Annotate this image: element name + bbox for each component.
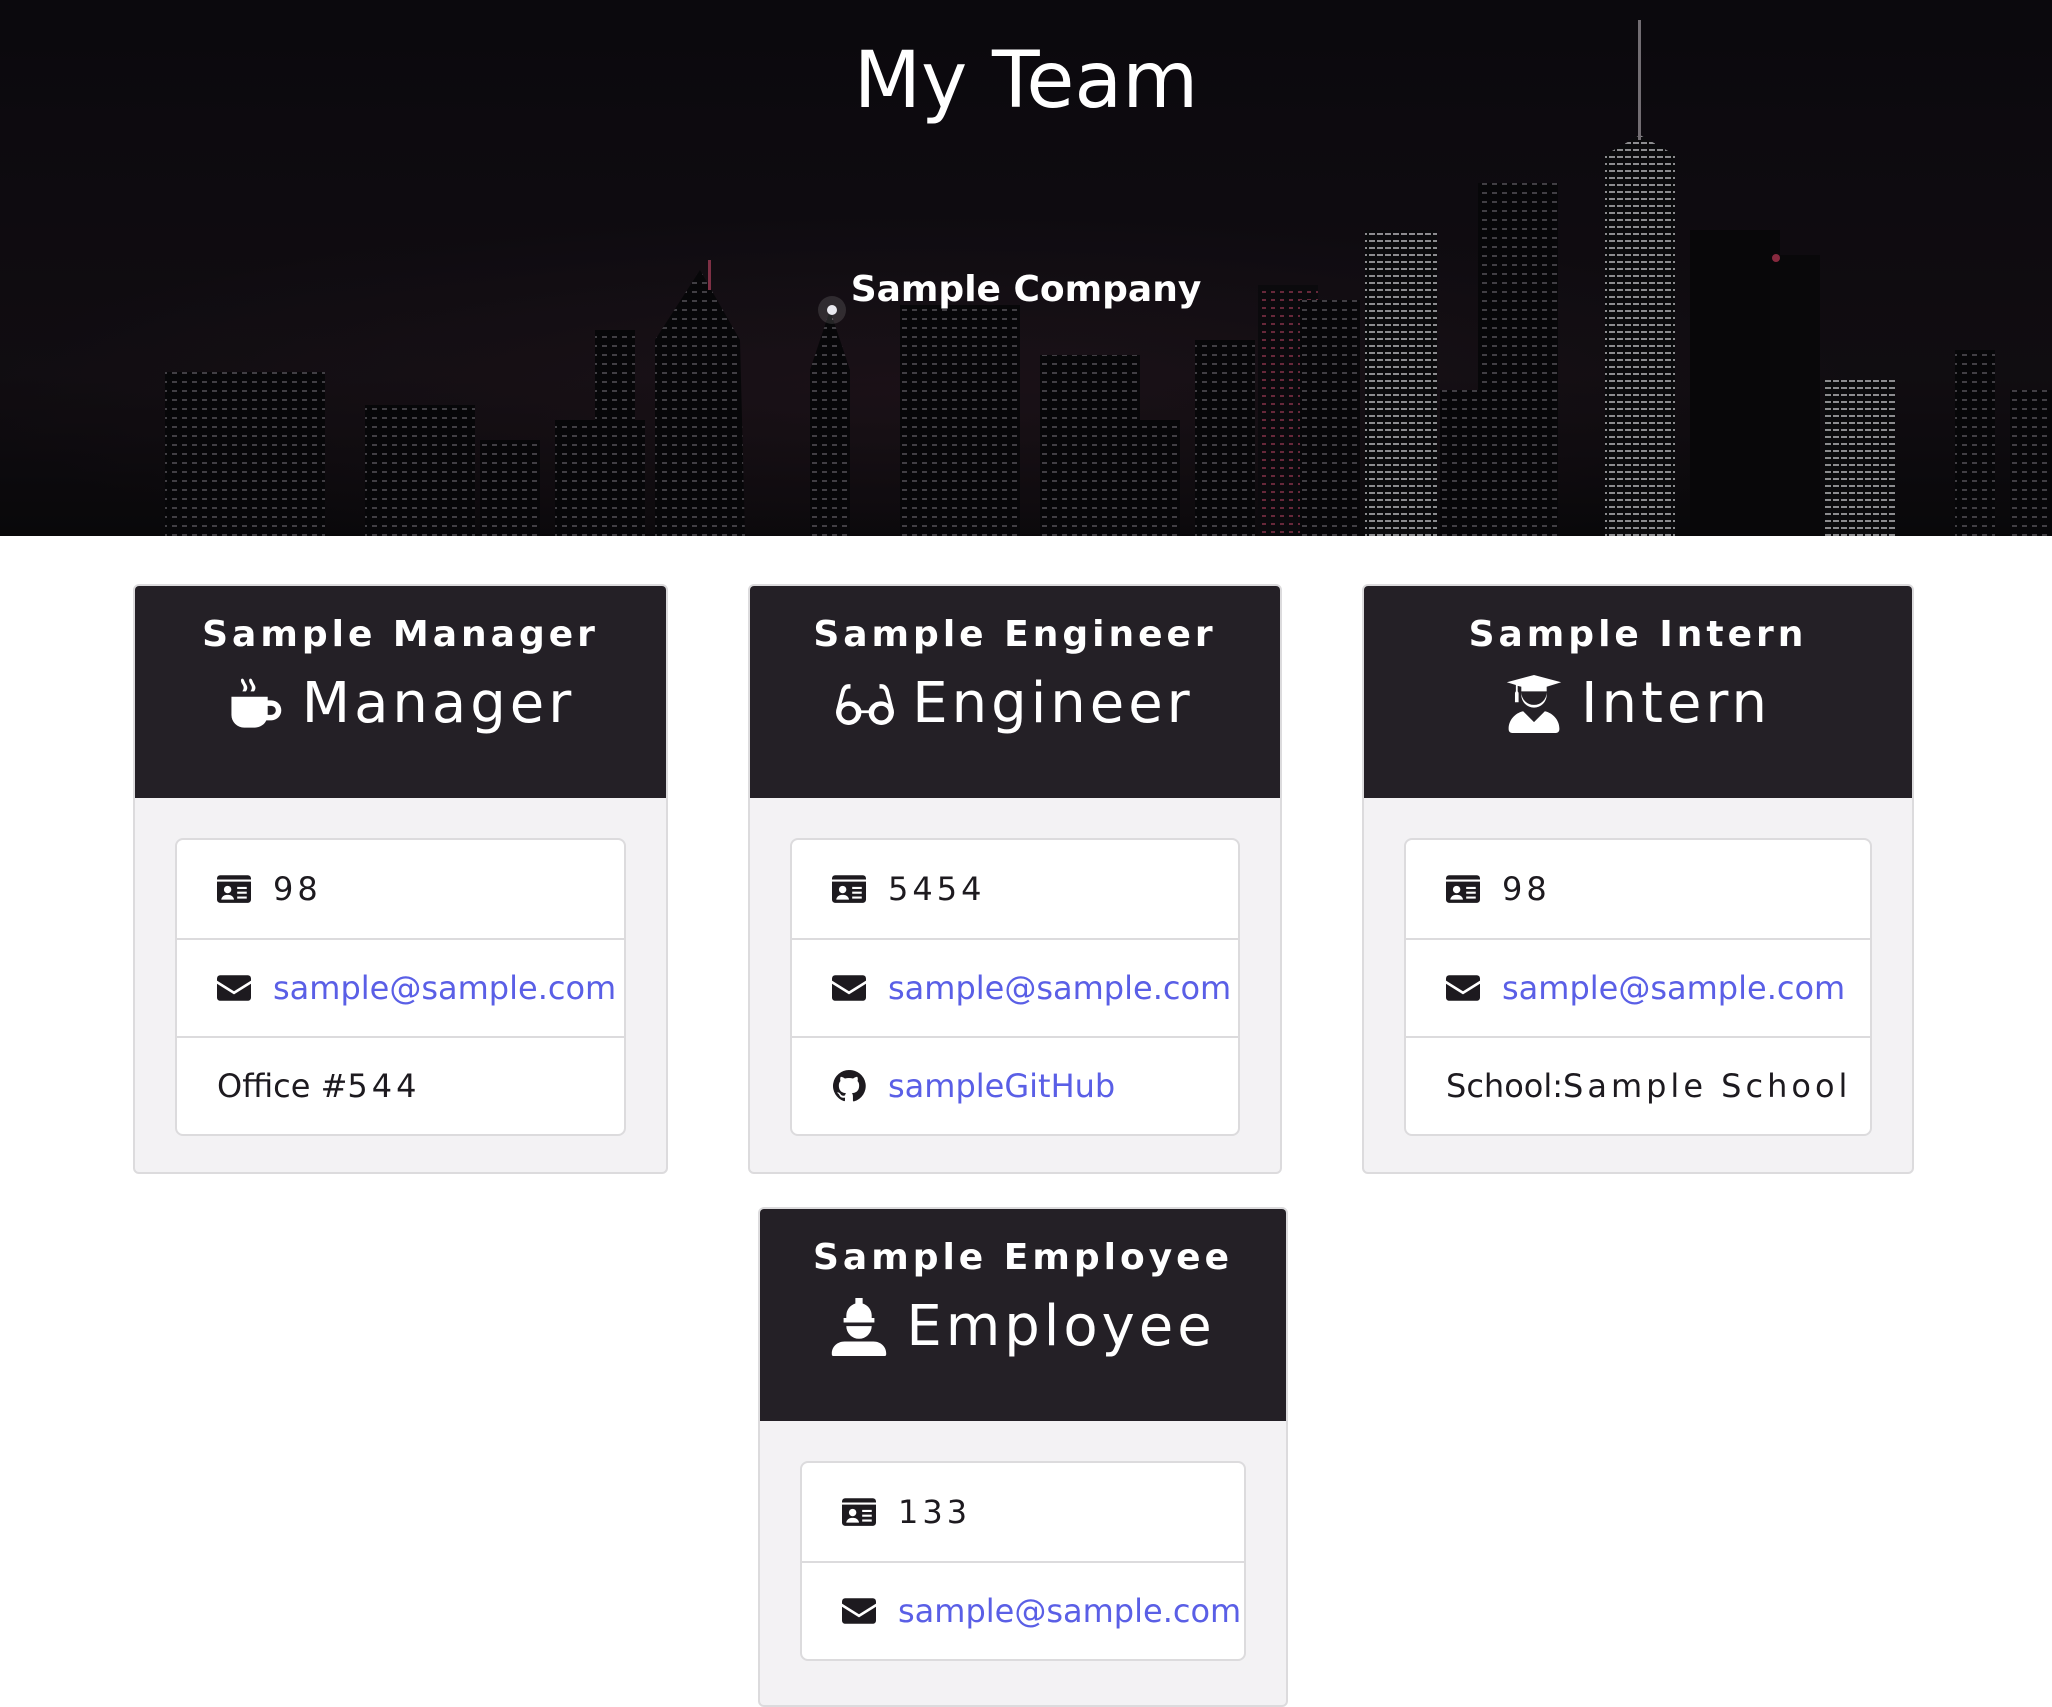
envelope-icon [217, 971, 251, 1005]
card-body: 5454 sample@sample.com sampleGitHub [750, 798, 1280, 1172]
member-id: 98 [1502, 870, 1551, 908]
id-row: 5454 [792, 840, 1238, 938]
office-label: Office # [217, 1067, 348, 1105]
member-name: Sample Employee [812, 1237, 1234, 1278]
id-card-icon [842, 1495, 876, 1529]
office-number: 544 [347, 1067, 421, 1105]
card-header: Sample Intern Intern [1364, 586, 1912, 798]
card-body: 133 sample@sample.com [760, 1421, 1286, 1701]
github-row: sampleGitHub [792, 1036, 1238, 1134]
envelope-icon [1446, 971, 1480, 1005]
member-role: Intern [1364, 673, 1912, 735]
github-link[interactable]: sampleGitHub [888, 1067, 1115, 1105]
github-icon [832, 1069, 866, 1103]
member-role: Engineer [750, 673, 1280, 735]
role-label: Manager [301, 670, 576, 736]
member-details: 98 sample@sample.com School: Sample Scho… [1404, 838, 1872, 1136]
email-link[interactable]: sample@sample.com [888, 969, 1231, 1007]
email-row: sample@sample.com [177, 938, 624, 1036]
email-link[interactable]: sample@sample.com [898, 1592, 1241, 1630]
id-row: 98 [177, 840, 624, 938]
id-card-icon [832, 872, 866, 906]
envelope-icon [842, 1594, 876, 1628]
mug-hot-icon [226, 675, 284, 733]
id-card-icon [1446, 872, 1480, 906]
envelope-icon [832, 971, 866, 1005]
email-row: sample@sample.com [792, 938, 1238, 1036]
member-details: 133 sample@sample.com [800, 1461, 1246, 1661]
user-graduate-icon [1505, 674, 1563, 733]
member-details: 5454 sample@sample.com sampleGitHub [790, 838, 1240, 1136]
school-label: School: [1446, 1067, 1564, 1105]
hard-hat-worker-icon [830, 1297, 888, 1356]
member-name: Sample Intern [1468, 614, 1808, 655]
id-row: 98 [1406, 840, 1870, 938]
member-details: 98 sample@sample.com Office #544 [175, 838, 626, 1136]
card-body: 98 sample@sample.com Office #544 [135, 798, 666, 1172]
member-id: 133 [898, 1493, 972, 1531]
school-row: School: Sample School [1406, 1036, 1870, 1134]
company-name: Sample Company [850, 269, 1202, 310]
card-header: Sample Employee Employee [760, 1209, 1286, 1421]
email-link[interactable]: sample@sample.com [1502, 969, 1845, 1007]
email-row: sample@sample.com [1406, 938, 1870, 1036]
member-role: Employee [760, 1296, 1286, 1358]
id-row: 133 [802, 1463, 1244, 1561]
role-label: Employee [906, 1293, 1216, 1359]
member-id: 5454 [888, 870, 986, 908]
email-link[interactable]: sample@sample.com [273, 969, 616, 1007]
school-name: Sample School [1563, 1067, 1852, 1105]
office-row: Office #544 [177, 1036, 624, 1134]
team-card-intern: Sample Intern Intern 98 sample@sample.co… [1362, 584, 1914, 1174]
role-label: Engineer [912, 670, 1194, 736]
role-label: Intern [1581, 670, 1771, 736]
glasses-icon [836, 675, 895, 733]
email-row: sample@sample.com [802, 1561, 1244, 1659]
hero-banner: My Team Sample Company [0, 0, 2052, 536]
member-name: Sample Manager [202, 614, 599, 655]
team-card-manager: Sample Manager Manager 98 sample@sample.… [133, 584, 668, 1174]
member-name: Sample Engineer [813, 614, 1217, 655]
team-card-engineer: Sample Engineer Engineer 5454 sample@sam… [748, 584, 1282, 1174]
card-header: Sample Engineer Engineer [750, 586, 1280, 798]
page-title: My Team [853, 36, 1199, 126]
id-card-icon [217, 872, 251, 906]
member-id: 98 [273, 870, 322, 908]
team-card-employee: Sample Employee Employee 133 sample@samp… [758, 1207, 1288, 1707]
card-header: Sample Manager Manager [135, 586, 666, 798]
card-body: 98 sample@sample.com School: Sample Scho… [1364, 798, 1912, 1172]
member-role: Manager [135, 673, 666, 735]
